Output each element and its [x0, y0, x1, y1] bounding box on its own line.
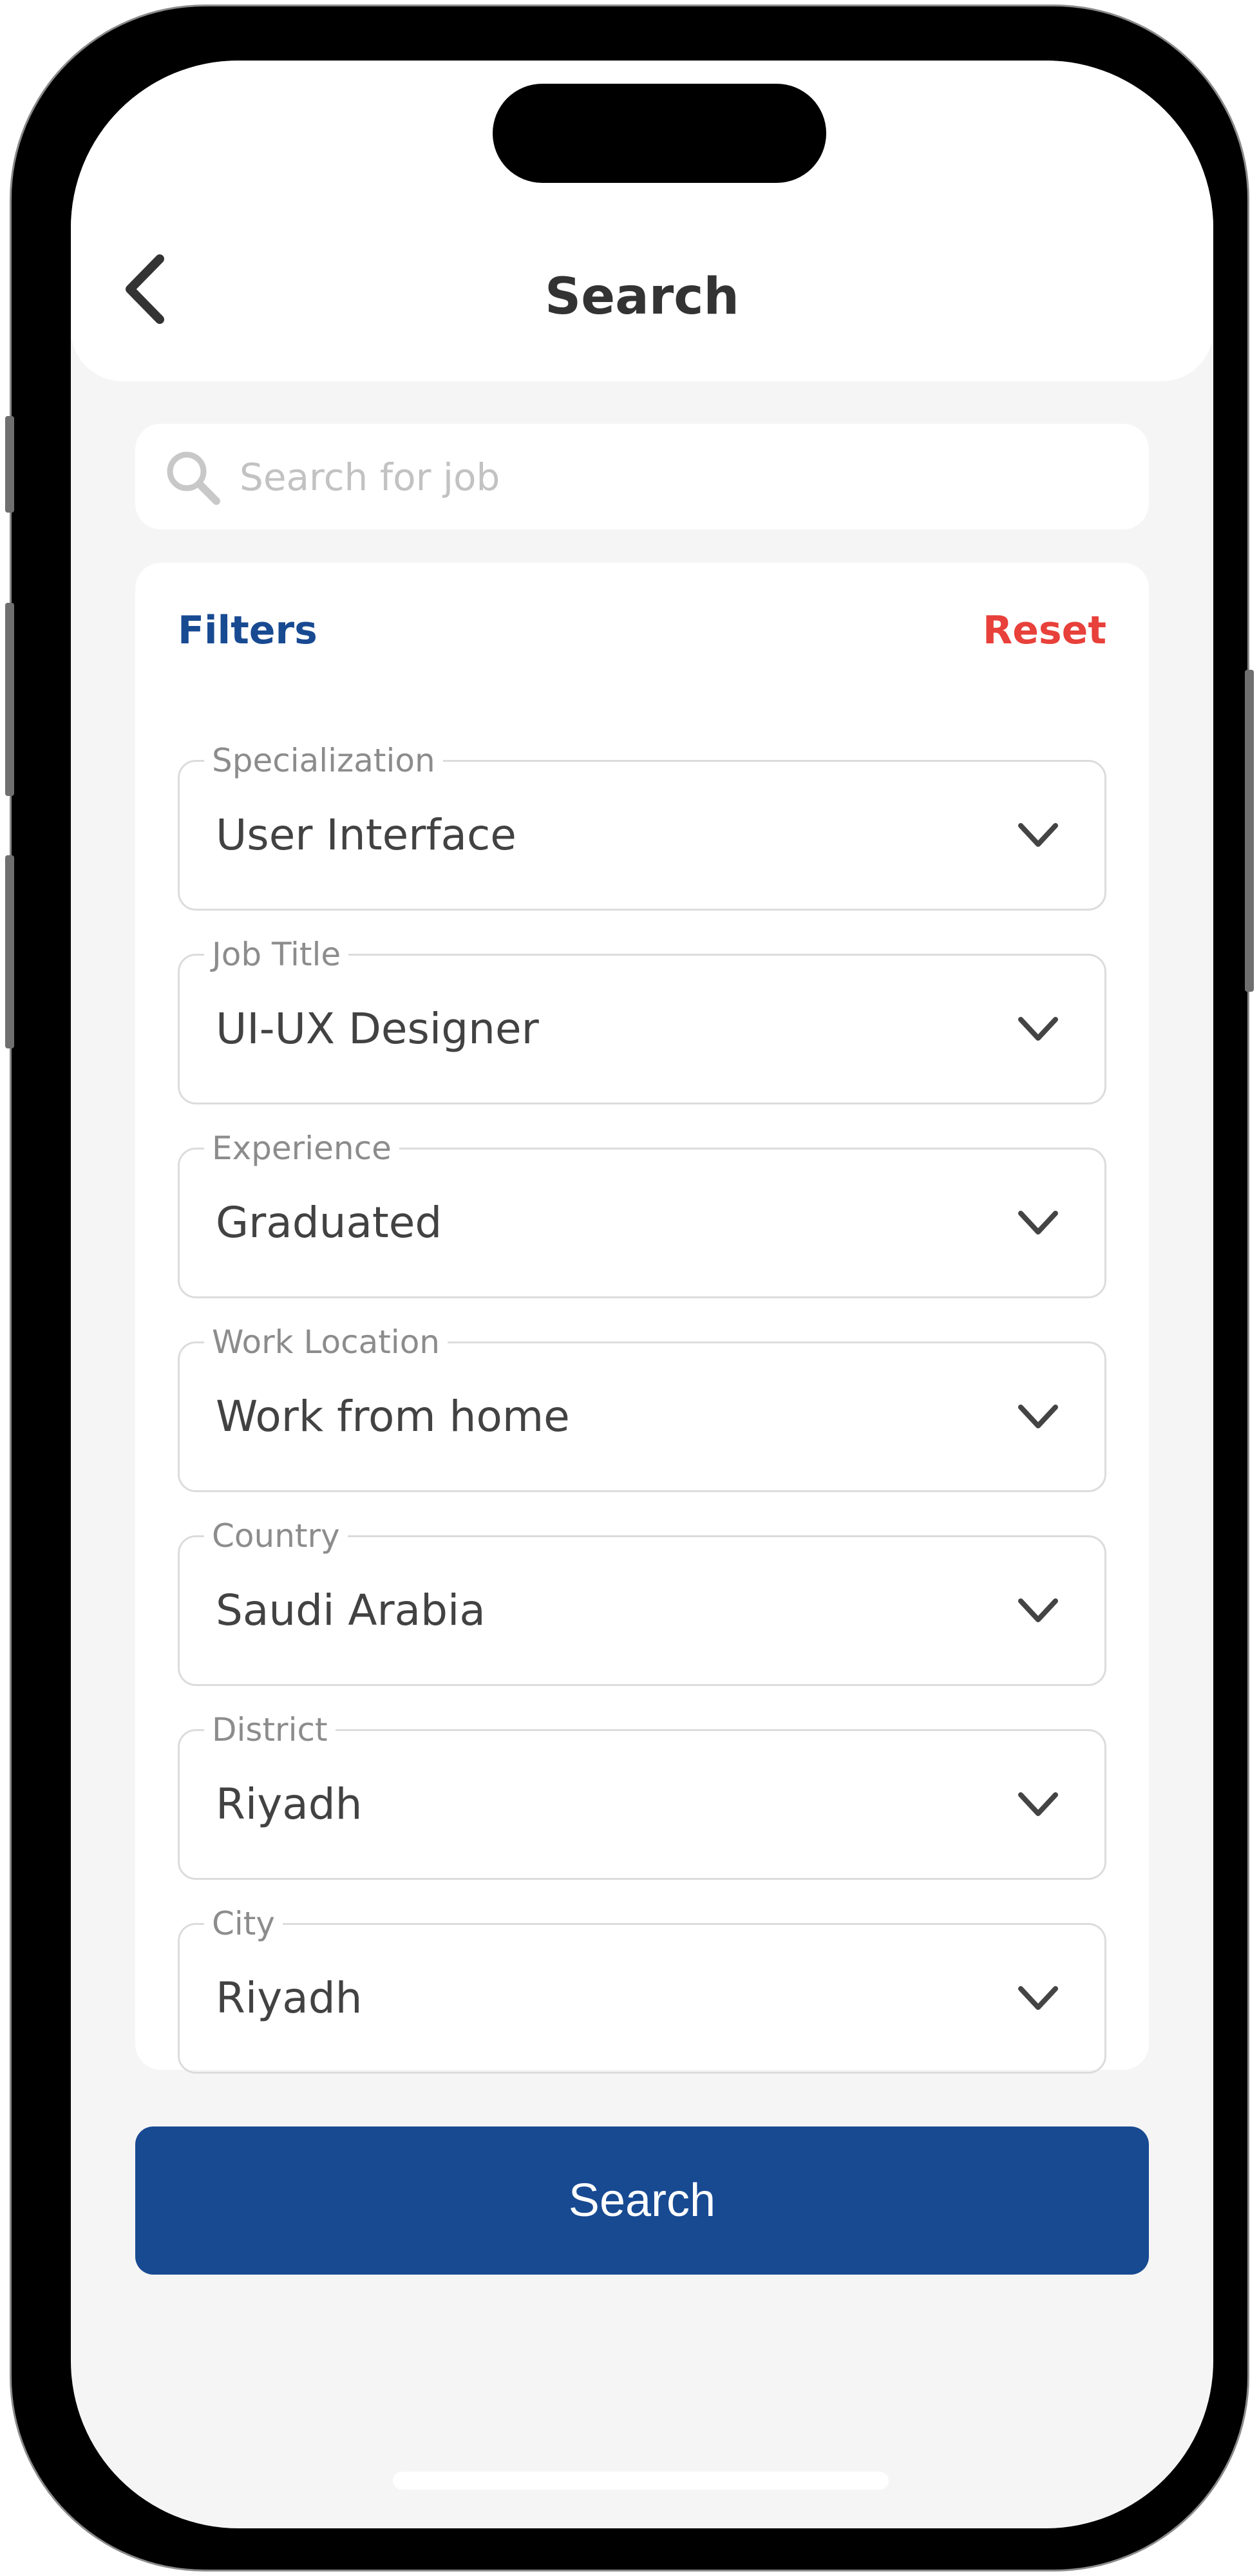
field-label: City — [204, 1903, 283, 1944]
field-value: UI-UX Designer — [216, 1004, 539, 1054]
search-input[interactable] — [238, 443, 1130, 511]
filters-title: Filters — [178, 608, 317, 653]
job-search-box[interactable] — [135, 424, 1149, 529]
job-title-dropdown[interactable]: Job Title UI-UX Designer — [178, 934, 1106, 1104]
chevron-down-icon — [1018, 1211, 1058, 1235]
page-title: Search — [545, 268, 739, 326]
field-label: District — [204, 1709, 336, 1750]
field-value: Work from home — [216, 1392, 570, 1441]
field-label: Work Location — [204, 1321, 448, 1363]
chevron-down-icon — [1018, 1017, 1058, 1041]
district-dropdown[interactable]: District Riyadh — [178, 1709, 1106, 1880]
filters-card: Filters Reset Specialization User Interf… — [135, 563, 1149, 2074]
field-value: Riyadh — [216, 1779, 363, 1829]
field-value: Graduated — [216, 1198, 442, 1247]
experience-dropdown[interactable]: Experience Graduated — [178, 1128, 1106, 1298]
country-dropdown[interactable]: Country Saudi Arabia — [178, 1515, 1106, 1686]
field-value: Saudi Arabia — [216, 1586, 486, 1635]
chevron-down-icon — [1018, 1405, 1058, 1428]
field-label: Specialization — [204, 740, 443, 781]
field-label: Country — [204, 1515, 348, 1557]
chevron-down-icon — [1018, 1792, 1058, 1816]
reset-button[interactable]: Reset — [983, 608, 1106, 653]
volume-down-button — [5, 855, 14, 1048]
work-location-dropdown[interactable]: Work Location Work from home — [178, 1321, 1106, 1492]
volume-up-button — [5, 603, 14, 796]
field-value: Riyadh — [216, 1973, 363, 2023]
app-header: Search — [71, 61, 1213, 381]
home-indicator — [393, 2472, 889, 2490]
field-value: User Interface — [216, 810, 516, 860]
phone-frame: Search Filters Reset Specialization User… — [5, 6, 1254, 2570]
search-icon — [167, 451, 220, 505]
chevron-down-icon — [1018, 823, 1058, 847]
power-button — [1245, 670, 1254, 992]
dynamic-island — [493, 84, 826, 183]
specialization-dropdown[interactable]: Specialization User Interface — [178, 740, 1106, 911]
app-screen: Search Filters Reset Specialization User… — [71, 61, 1213, 2528]
chevron-down-icon — [1018, 1986, 1058, 2010]
city-dropdown[interactable]: City Riyadh — [178, 1903, 1106, 2074]
field-label: Job Title — [204, 934, 349, 975]
mute-switch — [5, 416, 14, 513]
search-button[interactable]: Search — [135, 2126, 1149, 2275]
field-label: Experience — [204, 1128, 399, 1169]
chevron-down-icon — [1018, 1598, 1058, 1622]
